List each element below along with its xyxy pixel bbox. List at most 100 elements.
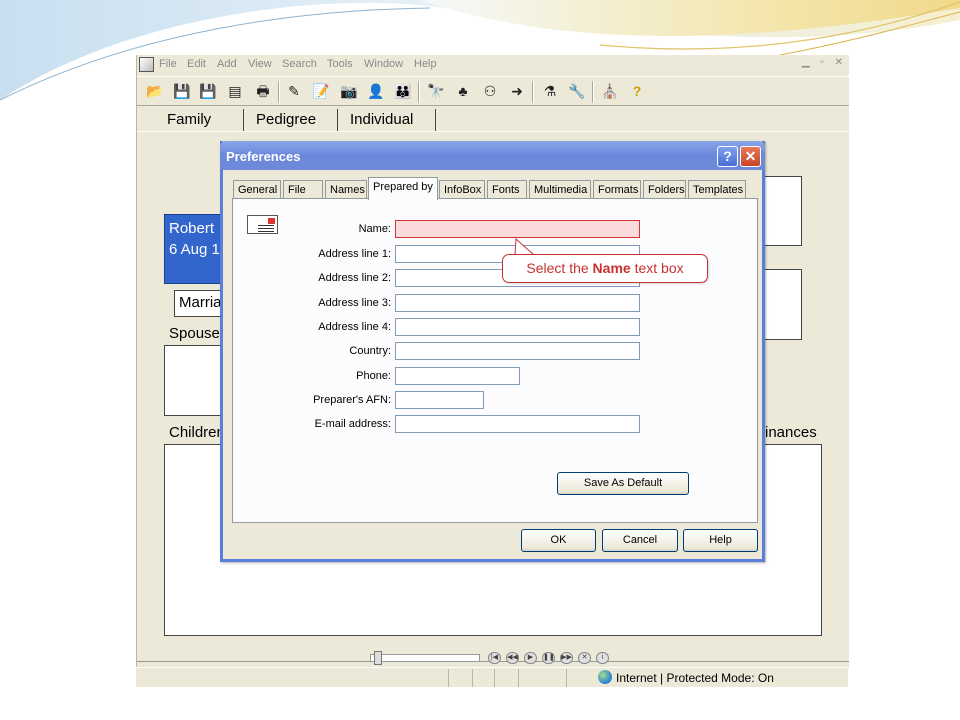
first-icon[interactable]: |◀ [488, 652, 501, 664]
tab-templates[interactable]: Templates [688, 180, 746, 199]
tab-pedigree[interactable]: Pedigree [244, 109, 338, 131]
camera-icon[interactable]: 📷 [339, 82, 359, 100]
toolbar-separator [278, 81, 280, 103]
spouse-label: Spouse [169, 325, 220, 342]
relatives-icon[interactable]: ⚇ [480, 82, 500, 100]
preferences-dialog: Preferences ? ✕ General File Names Prepa… [220, 141, 765, 562]
toolbar-separator [592, 81, 594, 103]
internet-zone-icon [598, 670, 612, 684]
phone-label: Phone: [356, 370, 391, 382]
address-line-4-label: Address line 4: [318, 321, 391, 333]
ok-button[interactable]: OK [521, 529, 596, 552]
slide: File Edit Add View Search Tools Window H… [0, 0, 960, 720]
window-controls[interactable]: ▁ ▫ ✕ [802, 57, 847, 68]
tab-names[interactable]: Names [325, 180, 367, 199]
tab-family[interactable]: Family [155, 109, 244, 131]
save-as-default-button[interactable]: Save As Default [557, 472, 689, 495]
status-divider [518, 669, 520, 687]
help-button[interactable]: Help [683, 529, 758, 552]
address-line-1-label: Address line 1: [318, 248, 391, 260]
help-icon[interactable]: ? [627, 82, 647, 100]
tab-general[interactable]: General [233, 180, 281, 199]
scrubber-knob[interactable] [374, 651, 382, 665]
pause-icon[interactable]: ❚❚ [542, 652, 555, 664]
menu-search[interactable]: Search [282, 58, 317, 70]
save-icon[interactable]: 💾 [172, 82, 192, 100]
name-input[interactable] [395, 220, 640, 238]
tab-fonts[interactable]: Fonts [487, 180, 527, 199]
tab-formats[interactable]: Formats [593, 180, 641, 199]
help-icon[interactable]: ? [717, 146, 738, 167]
info-icon[interactable]: i [596, 652, 609, 664]
instruction-callout: Select the Name text box [502, 254, 708, 283]
tab-individual[interactable]: Individual [338, 109, 436, 131]
status-divider [566, 669, 568, 687]
dialog-title-bar[interactable]: Preferences [220, 141, 765, 170]
callout-text-bold: Name [592, 260, 631, 276]
toolbar-separator [532, 81, 534, 103]
callout-text-after: text box [630, 260, 684, 276]
tab-file[interactable]: File [283, 180, 323, 199]
tools-icon[interactable]: 🔧 [567, 82, 587, 100]
scrubber-track[interactable] [370, 654, 480, 662]
temple-icon[interactable]: ⛪ [600, 82, 620, 100]
menu-add[interactable]: Add [217, 58, 237, 70]
menu-window[interactable]: Window [364, 58, 403, 70]
email-label: E-mail address: [314, 418, 391, 430]
stop-icon[interactable]: ✕ [578, 652, 591, 664]
print-icon[interactable]: 🖶 [253, 82, 273, 100]
merge-icon[interactable]: ⚗ [540, 82, 560, 100]
children-label: Children [169, 424, 225, 441]
reports-icon[interactable]: ▤ [225, 82, 245, 100]
family-icon[interactable]: 👪 [393, 82, 413, 100]
address-line-4-input[interactable] [395, 318, 640, 336]
address-line-3-label: Address line 3: [318, 297, 391, 309]
status-divider [494, 669, 496, 687]
browser-status-bar: Internet | Protected Mode: On [136, 667, 848, 687]
name-label: Name: [358, 223, 391, 235]
parent-box-1[interactable] [764, 176, 802, 246]
save-as-icon[interactable]: 💾 [198, 82, 218, 100]
menu-bar: File Edit Add View Search Tools Window H… [137, 55, 849, 75]
tree-icon[interactable]: ♣ [453, 82, 473, 100]
find-icon[interactable]: 🔭 [426, 82, 446, 100]
address-line-2-label: Address line 2: [318, 272, 391, 284]
edit-icon[interactable]: ✎ [284, 82, 304, 100]
parent-box-2[interactable] [764, 269, 802, 340]
notes-icon[interactable]: 📝 [311, 82, 331, 100]
preparer-afn-label: Preparer's AFN: [313, 394, 391, 406]
tab-multimedia[interactable]: Multimedia [529, 180, 591, 199]
prepared-by-panel: Name: Address line 1: Address line 2: Ad… [232, 198, 758, 523]
callout-text-before: Select the [526, 260, 593, 276]
phone-input[interactable] [395, 367, 520, 385]
add-person-icon[interactable]: 👤 [366, 82, 386, 100]
menu-edit[interactable]: Edit [187, 58, 206, 70]
status-divider [472, 669, 474, 687]
status-divider [448, 669, 450, 687]
tab-folders[interactable]: Folders [643, 180, 686, 199]
menu-help[interactable]: Help [414, 58, 437, 70]
address-line-3-input[interactable] [395, 294, 640, 312]
tab-prepared-by[interactable]: Prepared by [368, 177, 438, 200]
country-label: Country: [349, 345, 391, 357]
email-input[interactable] [395, 415, 640, 433]
toolbar-separator [418, 81, 420, 103]
media-scrubber[interactable]: |◀ ◀◀ ▶ ❚❚ ▶▶ ✕ i [366, 650, 618, 666]
app-icon[interactable] [139, 57, 154, 72]
menu-tools[interactable]: Tools [327, 58, 353, 70]
open-folder-icon[interactable]: 📂 [145, 82, 165, 100]
forward-icon[interactable]: ▶▶ [560, 652, 573, 664]
dialog-title: Preferences [226, 149, 301, 164]
toolbar: 📂 💾 💾 ▤ 🖶 ✎ 📝 📷 👤 👪 🔭 ♣ ⚇ ➜ ⚗ 🔧 ⛪ ? [137, 76, 849, 106]
tab-infobox[interactable]: InfoBox [439, 180, 485, 199]
menu-view[interactable]: View [248, 58, 272, 70]
close-icon[interactable]: ✕ [740, 146, 761, 167]
menu-file[interactable]: File [159, 58, 177, 70]
preparer-afn-input[interactable] [395, 391, 484, 409]
rewind-icon[interactable]: ◀◀ [506, 652, 519, 664]
country-input[interactable] [395, 342, 640, 360]
go-to-person-icon[interactable]: ➜ [507, 82, 527, 100]
security-zone-text[interactable]: Internet | Protected Mode: On [616, 671, 774, 685]
cancel-button[interactable]: Cancel [602, 529, 678, 552]
play-icon[interactable]: ▶ [524, 652, 537, 664]
